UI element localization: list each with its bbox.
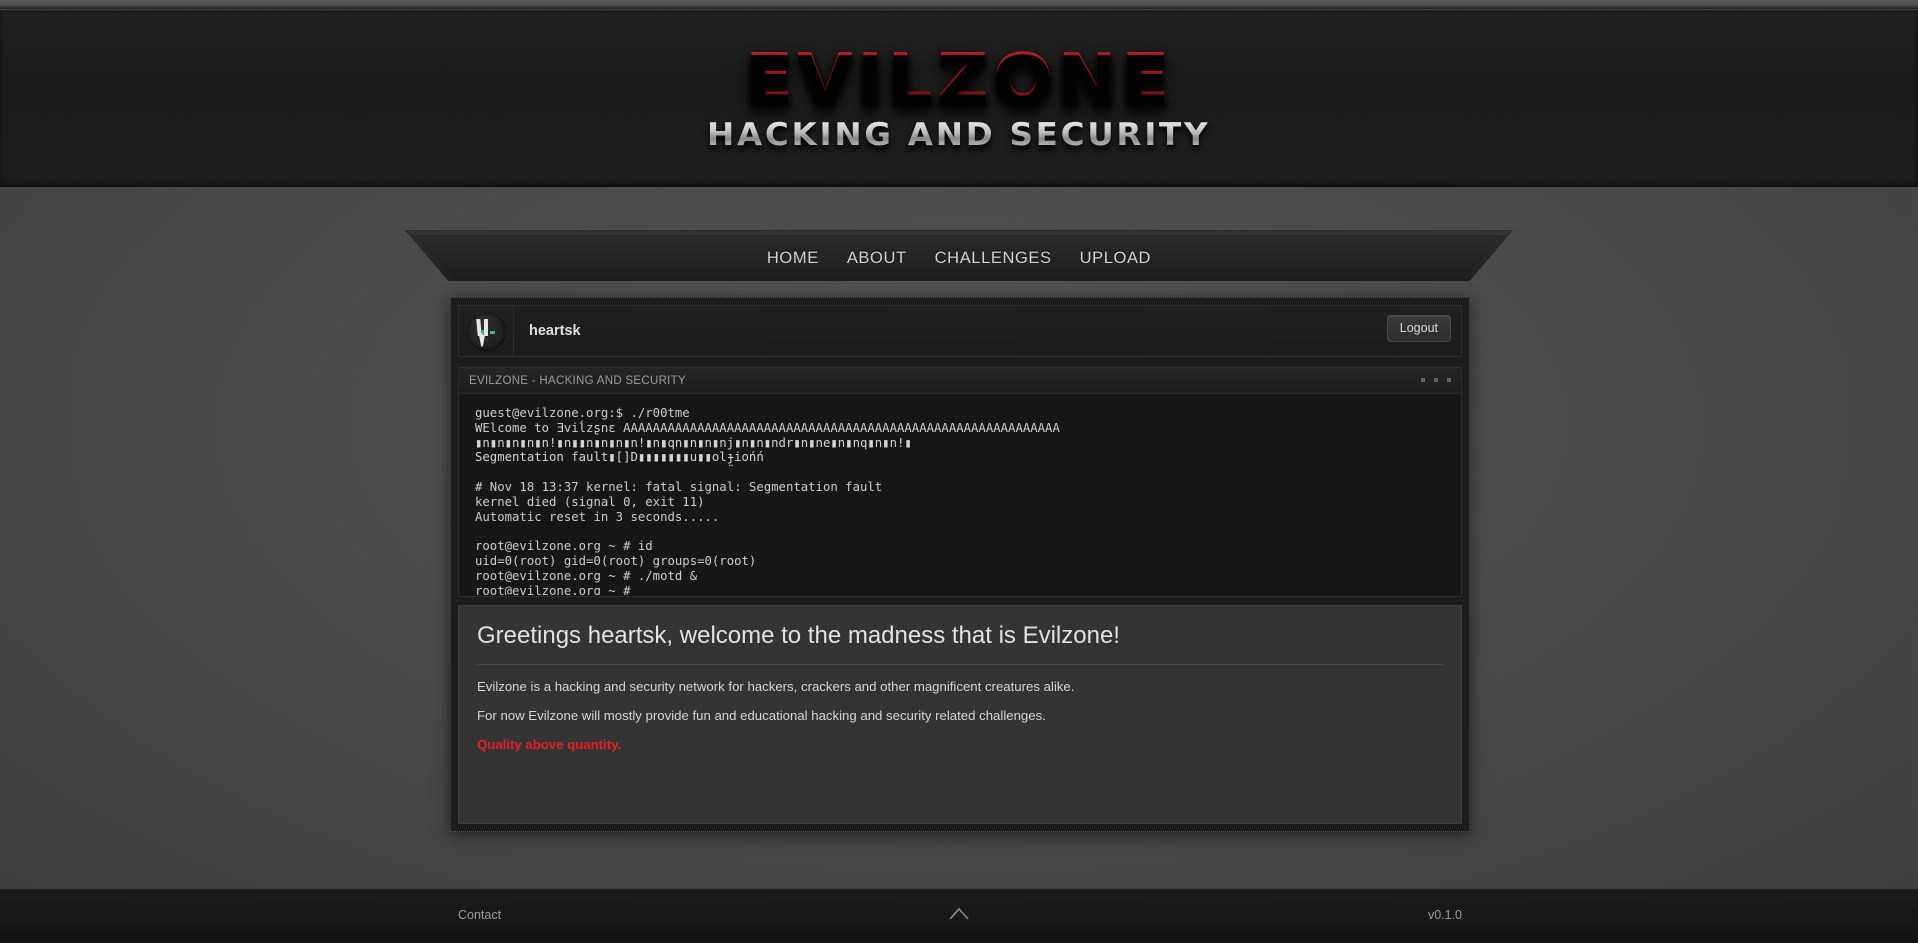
minimize-square-icon[interactable] xyxy=(1421,378,1425,382)
tagline-text: Quality above quantity. xyxy=(477,737,622,752)
terminal-line: Segmentation fault▮[]D▮▮▮▮▮▮▮u▮▮olɟ̤iońń xyxy=(475,450,764,465)
nav-item-challenges[interactable]: CHALLENGES xyxy=(935,249,1052,268)
nav-links: HOME ABOUT CHALLENGES UPLOAD xyxy=(404,229,1514,281)
terminal-title-text: EVILZONE - HACKING AND SECURITY xyxy=(469,374,686,387)
main-container-inner: heartsk Logout EVILZONE - HACKING AND SE… xyxy=(458,305,1462,824)
nav-item-home[interactable]: HOME xyxy=(767,249,819,268)
main-container: heartsk Logout EVILZONE - HACKING AND SE… xyxy=(450,297,1470,832)
close-square-icon[interactable] xyxy=(1447,378,1451,382)
nav-item-about[interactable]: ABOUT xyxy=(847,249,907,268)
site-footer: Contact v0.1.0 xyxy=(0,888,1918,943)
main-navigation: HOME ABOUT CHALLENGES UPLOAD xyxy=(404,229,1514,281)
terminal-output[interactable]: guest@evilzone.org:$ ./r00tme WElcome to… xyxy=(460,394,1460,595)
logout-button[interactable]: Logout xyxy=(1386,315,1451,342)
terminal-line: ▮n▮n▮n▮n▮n!▮n▮▮n▮n▮n▮n!▮n▮qn▮n▮n▮nj▮n▮n▮… xyxy=(475,435,912,450)
user-bar: heartsk Logout xyxy=(458,305,1462,357)
terminal-window: EVILZONE - HACKING AND SECURITY guest@ev… xyxy=(458,367,1462,597)
top-strip xyxy=(0,0,1918,9)
avatar-stem xyxy=(478,332,486,347)
terminal-line: guest@evilzone.org:$ ./r00tme xyxy=(475,406,690,420)
avatar-accent-b xyxy=(489,330,495,334)
terminal-line: # Nov 18 13:37 kernel: fatal signal: Seg… xyxy=(475,479,883,494)
nav-item-upload[interactable]: UPLOAD xyxy=(1080,249,1151,268)
terminal-line: root@evilzone.org ~ # xyxy=(475,583,631,595)
page-title: Greetings heartsk, welcome to the madnes… xyxy=(477,622,1443,665)
terminal-line: uid=0(root) gid=0(root) groups=0(root) xyxy=(475,553,757,568)
username-label: heartsk xyxy=(529,323,581,339)
terminal-titlebar: EVILZONE - HACKING AND SECURITY xyxy=(459,368,1461,394)
logo-subtitle: HACKING AND SECURITY xyxy=(707,117,1211,153)
intro-paragraph: Evilzone is a hacking and security netwo… xyxy=(477,679,1075,694)
terminal-window-controls xyxy=(1421,378,1451,382)
footer-inner: Contact v0.1.0 xyxy=(404,889,1514,943)
terminal-line: root@evilzone.org ~ # ./motd & xyxy=(475,568,698,583)
chevron-up-icon[interactable] xyxy=(948,906,970,922)
challenges-paragraph: For now Evilzone will mostly provide fun… xyxy=(477,708,1046,723)
trident-avatar-icon[interactable] xyxy=(466,311,506,351)
footer-version-label: v0.1.0 xyxy=(1427,908,1462,922)
terminal-line: root@evilzone.org ~ # id xyxy=(475,539,653,554)
maximize-square-icon[interactable] xyxy=(1434,378,1438,382)
welcome-panel: Greetings heartsk, welcome to the madnes… xyxy=(458,605,1462,824)
terminal-line: Automatic reset in 3 seconds..... xyxy=(475,509,720,524)
site-logo[interactable]: EVILZONE HACKING AND SECURITY xyxy=(0,10,1918,186)
footer-contact-link[interactable]: Contact xyxy=(458,908,501,922)
site-header: EVILZONE HACKING AND SECURITY xyxy=(0,9,1918,187)
terminal-line: WElcome to Ǝviĺzʂnɛ AAAAAAAAAAAAAAAAAAAA… xyxy=(475,420,1060,435)
avatar-accent-a xyxy=(481,329,484,335)
terminal-line: kernel died (signal 0, exit 11) xyxy=(475,494,705,509)
avatar-cell xyxy=(459,306,514,356)
page-root: EVILZONE HACKING AND SECURITY HOME ABOUT… xyxy=(0,0,1918,943)
logo-title: EVILZONE xyxy=(744,39,1174,117)
